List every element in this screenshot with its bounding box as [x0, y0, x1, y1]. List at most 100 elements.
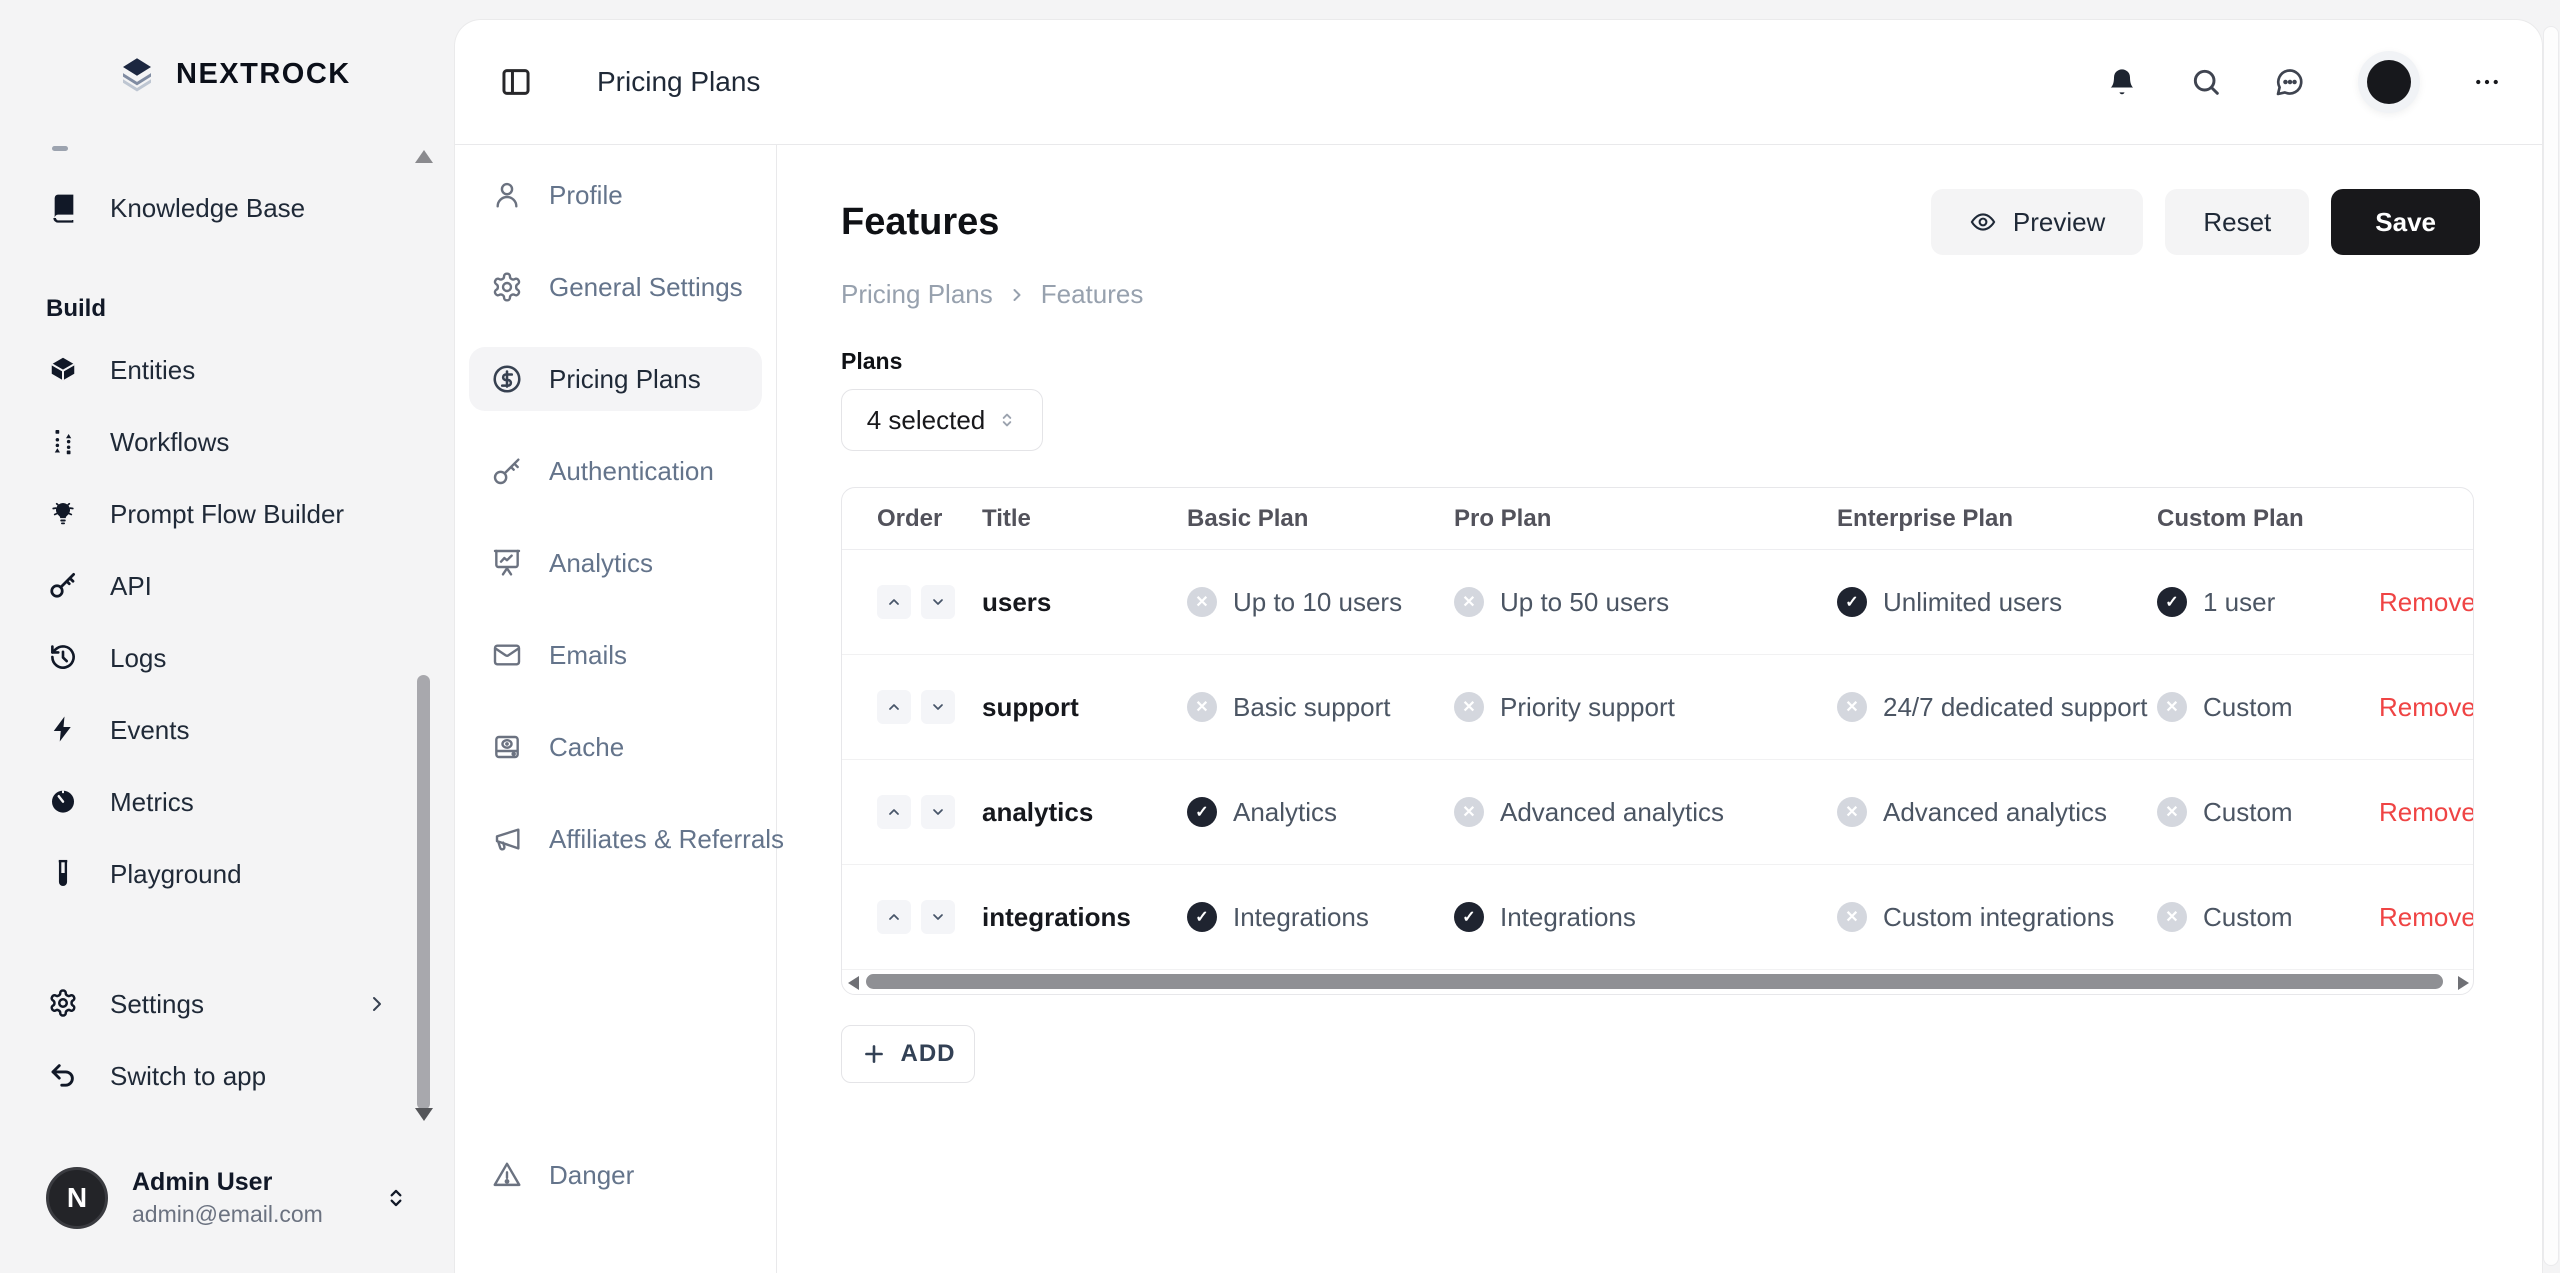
profile-avatar-button[interactable]	[2358, 51, 2420, 113]
reset-button[interactable]: Reset	[2165, 189, 2309, 255]
feature-state-icon[interactable]	[1837, 692, 1867, 722]
settings-nav-item-authentication[interactable]: Authentication	[469, 439, 762, 503]
chat-icon[interactable]	[2274, 66, 2306, 98]
sidebar-scroll-up-arrow[interactable]	[415, 150, 433, 163]
settings-nav-item-cache[interactable]: Cache	[469, 715, 762, 779]
plan-value-cell[interactable]: 24/7 dedicated support	[1837, 692, 2157, 723]
feature-state-icon[interactable]	[1187, 797, 1217, 827]
sidebar-item-events[interactable]: Events	[0, 701, 455, 759]
sidebar-item-api[interactable]: API	[0, 557, 455, 615]
table-row: users Up to 10 users Up to 50 users Unli…	[842, 550, 2473, 655]
plan-value-text: Unlimited users	[1883, 587, 2062, 618]
plan-value-cell[interactable]: Advanced analytics	[1454, 797, 1837, 828]
plan-value-cell[interactable]: Custom integrations	[1837, 902, 2157, 933]
plan-value-cell[interactable]: Custom	[2157, 902, 2379, 933]
plan-value-cell[interactable]: Integrations	[1454, 902, 1837, 933]
feature-state-icon[interactable]	[1187, 692, 1217, 722]
page-vertical-scrollbar[interactable]	[2543, 26, 2559, 1266]
scroll-right-arrow[interactable]	[2458, 976, 2469, 990]
plan-value-cell[interactable]: Integrations	[1187, 902, 1454, 933]
move-up-button[interactable]	[877, 900, 911, 934]
plan-value-cell[interactable]: Up to 50 users	[1454, 587, 1837, 618]
sidebar-item-knowledge-base[interactable]: Knowledge Base	[0, 179, 455, 237]
plan-value-text: Advanced analytics	[1500, 797, 1724, 828]
sidebar-item-switch-to-app[interactable]: Switch to app	[0, 1047, 455, 1105]
sidebar-item-workflows[interactable]: Workflows	[0, 413, 455, 471]
sidebar-item-label: Metrics	[110, 787, 194, 818]
feature-state-icon[interactable]	[1187, 902, 1217, 932]
sidebar-item-logs[interactable]: Logs	[0, 629, 455, 687]
sidebar-item-settings[interactable]: Settings	[0, 975, 455, 1033]
remove-row-button[interactable]: Remove	[2379, 587, 2474, 618]
feature-state-icon[interactable]	[2157, 692, 2187, 722]
plan-value-cell[interactable]: Custom	[2157, 692, 2379, 723]
table-horizontal-scrollbar[interactable]	[846, 973, 2469, 990]
bell-icon[interactable]	[2106, 66, 2138, 98]
sidebar-scrollbar-thumb[interactable]	[417, 675, 430, 1110]
remove-row-button[interactable]: Remove	[2379, 797, 2474, 828]
horizontal-scrollbar-thumb[interactable]	[866, 974, 2443, 989]
feature-state-icon[interactable]	[1837, 797, 1867, 827]
plan-value-cell[interactable]: Advanced analytics	[1837, 797, 2157, 828]
plan-value-cell[interactable]: Analytics	[1187, 797, 1454, 828]
settings-nav-label: Danger	[549, 1160, 634, 1191]
ellipsis-icon[interactable]	[2472, 67, 2502, 97]
sidebar-item-label: Events	[110, 715, 190, 746]
plan-value-cell[interactable]: Up to 10 users	[1187, 587, 1454, 618]
plan-value-cell[interactable]: 1 user	[2157, 587, 2379, 618]
history-icon	[48, 642, 80, 674]
move-down-button[interactable]	[921, 585, 955, 619]
remove-row-button[interactable]: Remove	[2379, 902, 2474, 933]
settings-nav-item-affiliates-referrals[interactable]: Affiliates & Referrals	[469, 807, 762, 871]
settings-nav-item-pricing-plans[interactable]: Pricing Plans	[469, 347, 762, 411]
gear-icon	[48, 988, 80, 1020]
panel-toggle-icon[interactable]	[499, 65, 533, 99]
settings-nav-item-danger[interactable]: Danger	[469, 1143, 762, 1207]
plans-select[interactable]: 4 selected	[841, 389, 1043, 451]
settings-nav-item-emails[interactable]: Emails	[469, 623, 762, 687]
feature-state-icon[interactable]	[2157, 587, 2187, 617]
sidebar-item-prompt-flow-builder[interactable]: Prompt Flow Builder	[0, 485, 455, 543]
sidebar-scroll-down-arrow[interactable]	[415, 1108, 433, 1121]
breadcrumb-parent[interactable]: Pricing Plans	[841, 279, 993, 310]
plan-value-cell[interactable]: Custom	[2157, 797, 2379, 828]
feature-state-icon[interactable]	[1837, 587, 1867, 617]
preview-button[interactable]: Preview	[1931, 189, 2143, 255]
page-actions: Preview Reset Save	[1931, 189, 2480, 255]
feature-state-icon[interactable]	[2157, 797, 2187, 827]
plan-value-cell[interactable]: Unlimited users	[1837, 587, 2157, 618]
sidebar-item-entities[interactable]: Entities	[0, 341, 455, 399]
feature-state-icon[interactable]	[1454, 692, 1484, 722]
move-down-button[interactable]	[921, 690, 955, 724]
feature-state-icon[interactable]	[2157, 902, 2187, 932]
settings-nav-item-analytics[interactable]: Analytics	[469, 531, 762, 595]
feature-state-icon[interactable]	[1454, 797, 1484, 827]
feature-state-icon[interactable]	[1837, 902, 1867, 932]
chevrons-up-down-icon	[383, 1185, 409, 1211]
save-button[interactable]: Save	[2331, 189, 2480, 255]
avatar: N	[46, 1167, 108, 1229]
move-up-button[interactable]	[877, 795, 911, 829]
gauge-icon	[48, 786, 80, 818]
settings-nav-item-profile[interactable]: Profile	[469, 163, 762, 227]
feature-state-icon[interactable]	[1454, 587, 1484, 617]
order-controls	[877, 585, 982, 619]
move-down-button[interactable]	[921, 795, 955, 829]
plan-value-cell[interactable]: Priority support	[1454, 692, 1837, 723]
cube-icon	[48, 354, 80, 386]
search-icon[interactable]	[2190, 66, 2222, 98]
move-up-button[interactable]	[877, 690, 911, 724]
sidebar-item-metrics[interactable]: Metrics	[0, 773, 455, 831]
user-menu[interactable]: N Admin User admin@email.com	[0, 1123, 455, 1273]
add-feature-button[interactable]: ADD	[841, 1025, 975, 1083]
plan-value-cell[interactable]: Basic support	[1187, 692, 1454, 723]
move-up-button[interactable]	[877, 585, 911, 619]
sidebar-item-playground[interactable]: Playground	[0, 845, 455, 903]
settings-nav-item-general-settings[interactable]: General Settings	[469, 255, 762, 319]
presentation-chart-icon	[491, 547, 523, 579]
scroll-left-arrow[interactable]	[848, 976, 859, 990]
move-down-button[interactable]	[921, 900, 955, 934]
remove-row-button[interactable]: Remove	[2379, 692, 2474, 723]
feature-state-icon[interactable]	[1187, 587, 1217, 617]
feature-state-icon[interactable]	[1454, 902, 1484, 932]
